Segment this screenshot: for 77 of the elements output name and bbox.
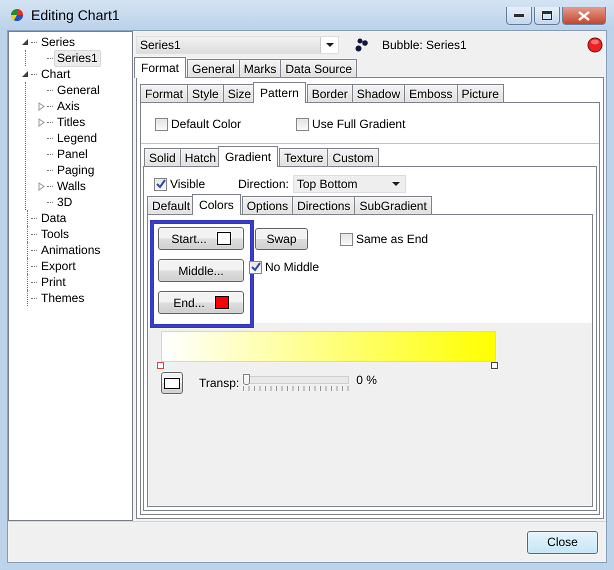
tree-item[interactable]: Series (38, 34, 78, 50)
close-dialog-button[interactable]: Close (527, 530, 598, 554)
circle-icon[interactable] (587, 37, 603, 53)
gradient-stop-handle[interactable] (491, 362, 498, 369)
color-button[interactable]: End... (158, 291, 244, 314)
tab[interactable]: SubGradient (354, 196, 432, 214)
color-button[interactable] (161, 372, 183, 394)
collapse-icon[interactable] (22, 70, 28, 78)
minimize-button[interactable] (506, 7, 532, 25)
tab[interactable]: Format (134, 57, 186, 78)
checkbox-label: Default Color (171, 117, 242, 131)
tree-item[interactable]: Axis (54, 98, 83, 114)
tree-item[interactable]: Legend (54, 130, 100, 146)
tree-item[interactable]: Walls (54, 178, 89, 194)
series-dropdown[interactable]: Series1 (136, 36, 339, 54)
tab[interactable]: Pattern (253, 82, 306, 103)
close-icon (578, 10, 590, 20)
tab[interactable]: Shadow (352, 84, 406, 102)
tab[interactable]: Texture (279, 148, 328, 166)
tree-item[interactable]: Titles (54, 114, 88, 130)
tab[interactable]: Solid (144, 148, 181, 166)
tab[interactable]: Style (187, 84, 224, 102)
close-button[interactable] (562, 7, 606, 25)
direction-dropdown[interactable]: Top Bottom (292, 175, 406, 193)
checkbox[interactable] (340, 232, 353, 246)
tree-item[interactable]: Tools (38, 226, 72, 242)
minimize-icon (514, 14, 524, 18)
tab[interactable]: Marks (238, 59, 282, 77)
checkbox-label: No Middle (265, 260, 320, 274)
tree-item[interactable]: Animations (38, 242, 104, 258)
tree-item[interactable]: Chart (38, 66, 74, 82)
checkbox[interactable] (155, 118, 168, 130)
expand-icon[interactable] (38, 182, 45, 190)
tree-item[interactable]: General (54, 82, 103, 98)
transparency-label: Transp: (199, 376, 240, 390)
swap-button[interactable]: Swap (255, 228, 308, 250)
window-title: Editing Chart1 (31, 7, 120, 23)
tree-item[interactable]: 3D (54, 194, 76, 210)
dropdown-arrow-icon (392, 182, 400, 186)
maximize-button[interactable] (534, 7, 560, 25)
slider-thumb[interactable] (243, 374, 250, 385)
checkbox-label: Use Full Gradient (312, 117, 406, 131)
expand-icon[interactable] (38, 118, 45, 126)
transparency-value: 0 % (356, 373, 377, 387)
checkbox[interactable] (154, 178, 167, 190)
color-button[interactable]: Middle... (158, 259, 244, 282)
collapse-icon[interactable] (22, 38, 28, 46)
gradient-stop-handle[interactable] (157, 362, 164, 369)
series-type-label: Bubble: Series1 (382, 38, 467, 52)
maximize-icon (542, 11, 552, 20)
direction-label: Direction: (238, 177, 289, 191)
checkbox-label: Visible (170, 177, 206, 191)
tab[interactable]: Directions (292, 196, 356, 214)
tab[interactable]: Picture (456, 84, 504, 102)
tree-item[interactable]: Series1 (54, 50, 101, 66)
tab[interactable]: Format (140, 84, 188, 102)
tab[interactable]: Options (242, 196, 294, 214)
tab[interactable]: Border (306, 84, 353, 102)
tree-item[interactable]: Export (38, 258, 79, 274)
tab[interactable]: Emboss (404, 84, 458, 102)
tree-item[interactable]: Print (38, 274, 69, 290)
checkbox[interactable] (249, 260, 262, 274)
tree-item[interactable]: Panel (54, 146, 91, 162)
tree-item[interactable]: Paging (54, 162, 98, 178)
color-button[interactable]: Start... (158, 227, 244, 250)
app-icon (10, 8, 24, 22)
tree-item[interactable]: Data (38, 210, 70, 226)
tab[interactable]: Colors (192, 194, 241, 215)
tab[interactable]: Gradient (218, 146, 278, 167)
checkbox-label: Same as End (356, 232, 428, 246)
tree-item[interactable]: Themes (38, 290, 88, 306)
checkbox[interactable] (296, 118, 310, 130)
tab[interactable]: Custom (327, 148, 379, 166)
tab[interactable]: General (187, 59, 240, 77)
dropdown-arrow-icon (326, 43, 334, 47)
expand-icon[interactable] (38, 102, 45, 110)
tab[interactable]: Data Source (280, 59, 358, 77)
